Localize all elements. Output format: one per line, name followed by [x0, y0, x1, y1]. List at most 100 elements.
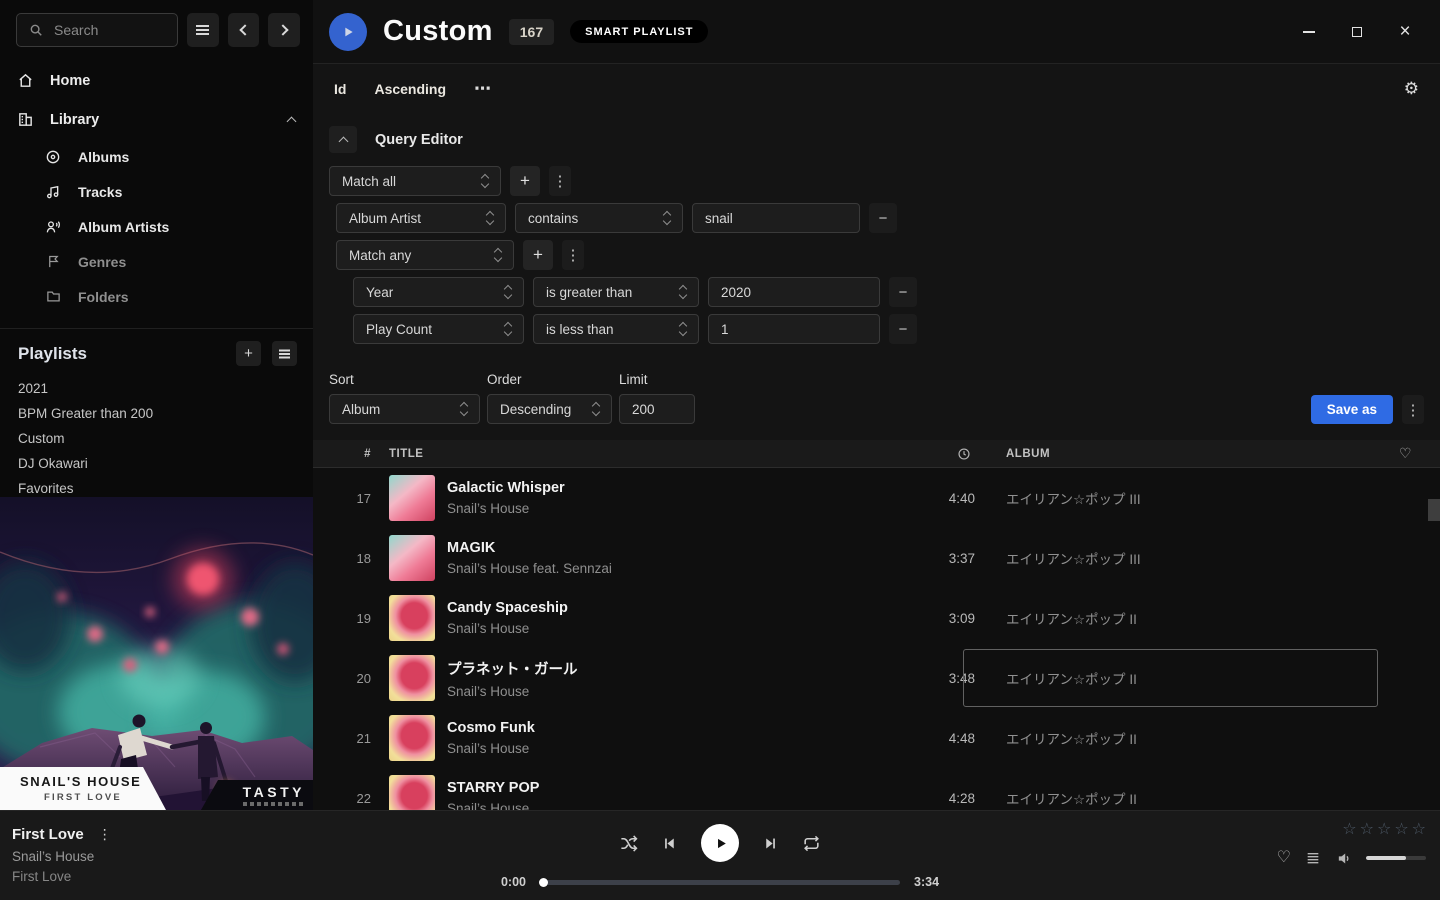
sidebar-item-tracks[interactable]: Tracks — [0, 174, 313, 209]
track-artist: Snail’s House feat. Sennzai — [447, 561, 915, 576]
shuffle-button[interactable] — [619, 834, 638, 853]
track-row[interactable]: 17 Galactic Whisper Snail’s House 4:40 エ… — [313, 468, 1440, 528]
vertical-scrollbar-thumb[interactable] — [1428, 499, 1440, 521]
heart-icon[interactable]: ♡ — [1399, 445, 1412, 462]
sort-order-control[interactable]: Ascending — [374, 81, 446, 97]
record-label-subtext — [243, 802, 305, 806]
remove-rule-button[interactable]: − — [869, 203, 897, 233]
group-match-row: Match any + ⋮ — [336, 240, 1424, 270]
minimize-button[interactable] — [1300, 23, 1318, 41]
add-playlist-button[interactable]: + — [236, 341, 261, 366]
rule-value-input[interactable] — [692, 203, 860, 233]
track-options-icon[interactable]: ⋮ — [98, 826, 112, 843]
sidebar-item-album-artists[interactable]: Album Artists — [0, 209, 313, 244]
rule-operator-select[interactable]: is greater than — [533, 277, 699, 307]
rule-operator-select[interactable]: is less than — [533, 314, 699, 344]
close-button[interactable]: × — [1396, 23, 1414, 41]
column-index[interactable]: # — [313, 448, 371, 460]
favorite-heart-icon[interactable]: ♡ — [1277, 850, 1291, 866]
track-row[interactable]: 22 STARRY POP Snail’s House 4:28 エイリアン☆ポ… — [313, 768, 1440, 810]
column-album[interactable]: ALBUM ♡ — [975, 445, 1440, 462]
track-row[interactable]: 18 MAGIK Snail’s House feat. Sennzai 3:3… — [313, 528, 1440, 588]
sort-label: Sort — [329, 372, 480, 387]
sort-select[interactable]: Album — [329, 394, 480, 424]
sidebar-item-label: Album Artists — [78, 219, 169, 235]
sidebar-item-library[interactable]: Library — [0, 100, 313, 139]
collapse-chevron-icon[interactable] — [287, 117, 297, 127]
star-icon[interactable]: ☆ — [1412, 822, 1426, 838]
track-row[interactable]: 19 Candy Spaceship Snail’s House 3:09 エイ… — [313, 588, 1440, 648]
add-rule-button[interactable]: + — [523, 240, 553, 270]
select-caret-icon — [592, 400, 601, 418]
rule-value-input[interactable] — [708, 277, 880, 307]
match-type-select[interactable]: Match all — [329, 166, 501, 196]
chevron-up-icon — [338, 137, 348, 147]
volume-icon[interactable] — [1335, 849, 1353, 867]
sort-by-control[interactable]: Id — [334, 81, 346, 97]
now-playing-artwork[interactable]: SNAIL'S HOUSE FIRST LOVE TASTY — [0, 497, 313, 810]
next-button[interactable] — [762, 835, 779, 852]
progress-row: 0:00 3:34 — [490, 875, 950, 889]
search-input[interactable]: Search — [16, 13, 178, 47]
track-number: 18 — [313, 551, 371, 566]
seek-bar[interactable] — [540, 880, 900, 885]
rule-field-select[interactable]: Year — [353, 277, 524, 307]
column-title[interactable]: TITLE — [389, 448, 915, 460]
track-duration: 3:37 — [915, 551, 975, 566]
rating-stars[interactable]: ☆☆☆☆☆ — [1342, 822, 1426, 838]
column-duration[interactable] — [915, 447, 975, 461]
add-rule-button[interactable]: + — [510, 166, 540, 196]
forward-button[interactable] — [268, 13, 300, 47]
collapse-query-button[interactable] — [329, 126, 357, 153]
track-row[interactable]: 21 Cosmo Funk Snail’s House 4:48 エイリアン☆ポ… — [313, 708, 1440, 768]
back-button[interactable] — [228, 13, 260, 47]
table-header-row: # TITLE ALBUM ♡ — [313, 440, 1440, 468]
order-select[interactable]: Descending — [487, 394, 612, 424]
play-icon — [340, 24, 356, 40]
playlist-item[interactable]: DJ Okawari — [0, 451, 313, 476]
remove-rule-button[interactable]: − — [889, 314, 917, 344]
list-toolbar: Id Ascending ⋯ ⚙ — [313, 64, 1440, 114]
rule-field-select[interactable]: Album Artist — [336, 203, 506, 233]
track-artist: Snail’s House — [447, 801, 915, 810]
star-icon[interactable]: ☆ — [1360, 822, 1374, 838]
play-button[interactable] — [701, 824, 739, 862]
play-playlist-button[interactable] — [329, 13, 367, 51]
menu-button[interactable] — [187, 13, 219, 47]
maximize-button[interactable] — [1348, 23, 1366, 41]
sidebar-item-albums[interactable]: Albums — [0, 139, 313, 174]
remove-rule-button[interactable]: − — [889, 277, 917, 307]
sidebar-item-genres[interactable]: Genres — [0, 244, 313, 279]
rule-field-select[interactable]: Play Count — [353, 314, 524, 344]
track-title: Galactic Whisper — [447, 480, 915, 496]
now-playing-title: First Love — [12, 826, 84, 843]
star-icon[interactable]: ☆ — [1342, 822, 1356, 838]
settings-gear-icon[interactable]: ⚙ — [1404, 79, 1419, 99]
playlist-list-button[interactable] — [272, 341, 297, 366]
playlist-item[interactable]: 2021 — [0, 376, 313, 401]
volume-slider[interactable] — [1366, 856, 1426, 860]
rule-menu-button[interactable]: ⋮ — [562, 240, 584, 270]
select-caret-icon — [679, 320, 688, 338]
rule-value-input[interactable] — [708, 314, 880, 344]
rule-menu-button[interactable]: ⋮ — [549, 166, 571, 196]
seek-handle[interactable] — [539, 878, 548, 887]
sidebar-item-folders[interactable]: Folders — [0, 279, 313, 314]
rule-operator-select[interactable]: contains — [515, 203, 683, 233]
save-menu-button[interactable]: ⋮ — [1402, 395, 1424, 424]
limit-input[interactable] — [619, 394, 695, 424]
star-icon[interactable]: ☆ — [1394, 822, 1408, 838]
sidebar-item-home[interactable]: Home — [0, 61, 313, 100]
flag-icon — [44, 253, 62, 271]
match-type-select[interactable]: Match any — [336, 240, 514, 270]
repeat-button[interactable] — [802, 834, 821, 853]
previous-button[interactable] — [661, 835, 678, 852]
playlist-item[interactable]: BPM Greater than 200 — [0, 401, 313, 426]
star-icon[interactable]: ☆ — [1377, 822, 1391, 838]
playlist-item[interactable]: Custom — [0, 426, 313, 451]
sidebar-item-label: Albums — [78, 149, 129, 165]
save-as-button[interactable]: Save as — [1311, 395, 1393, 424]
queue-icon[interactable] — [1304, 849, 1322, 867]
more-options-icon[interactable]: ⋯ — [474, 79, 492, 99]
track-row[interactable]: 20 プラネット・ガール Snail’s House 3:48 エイリアン☆ポッ… — [313, 648, 1440, 708]
